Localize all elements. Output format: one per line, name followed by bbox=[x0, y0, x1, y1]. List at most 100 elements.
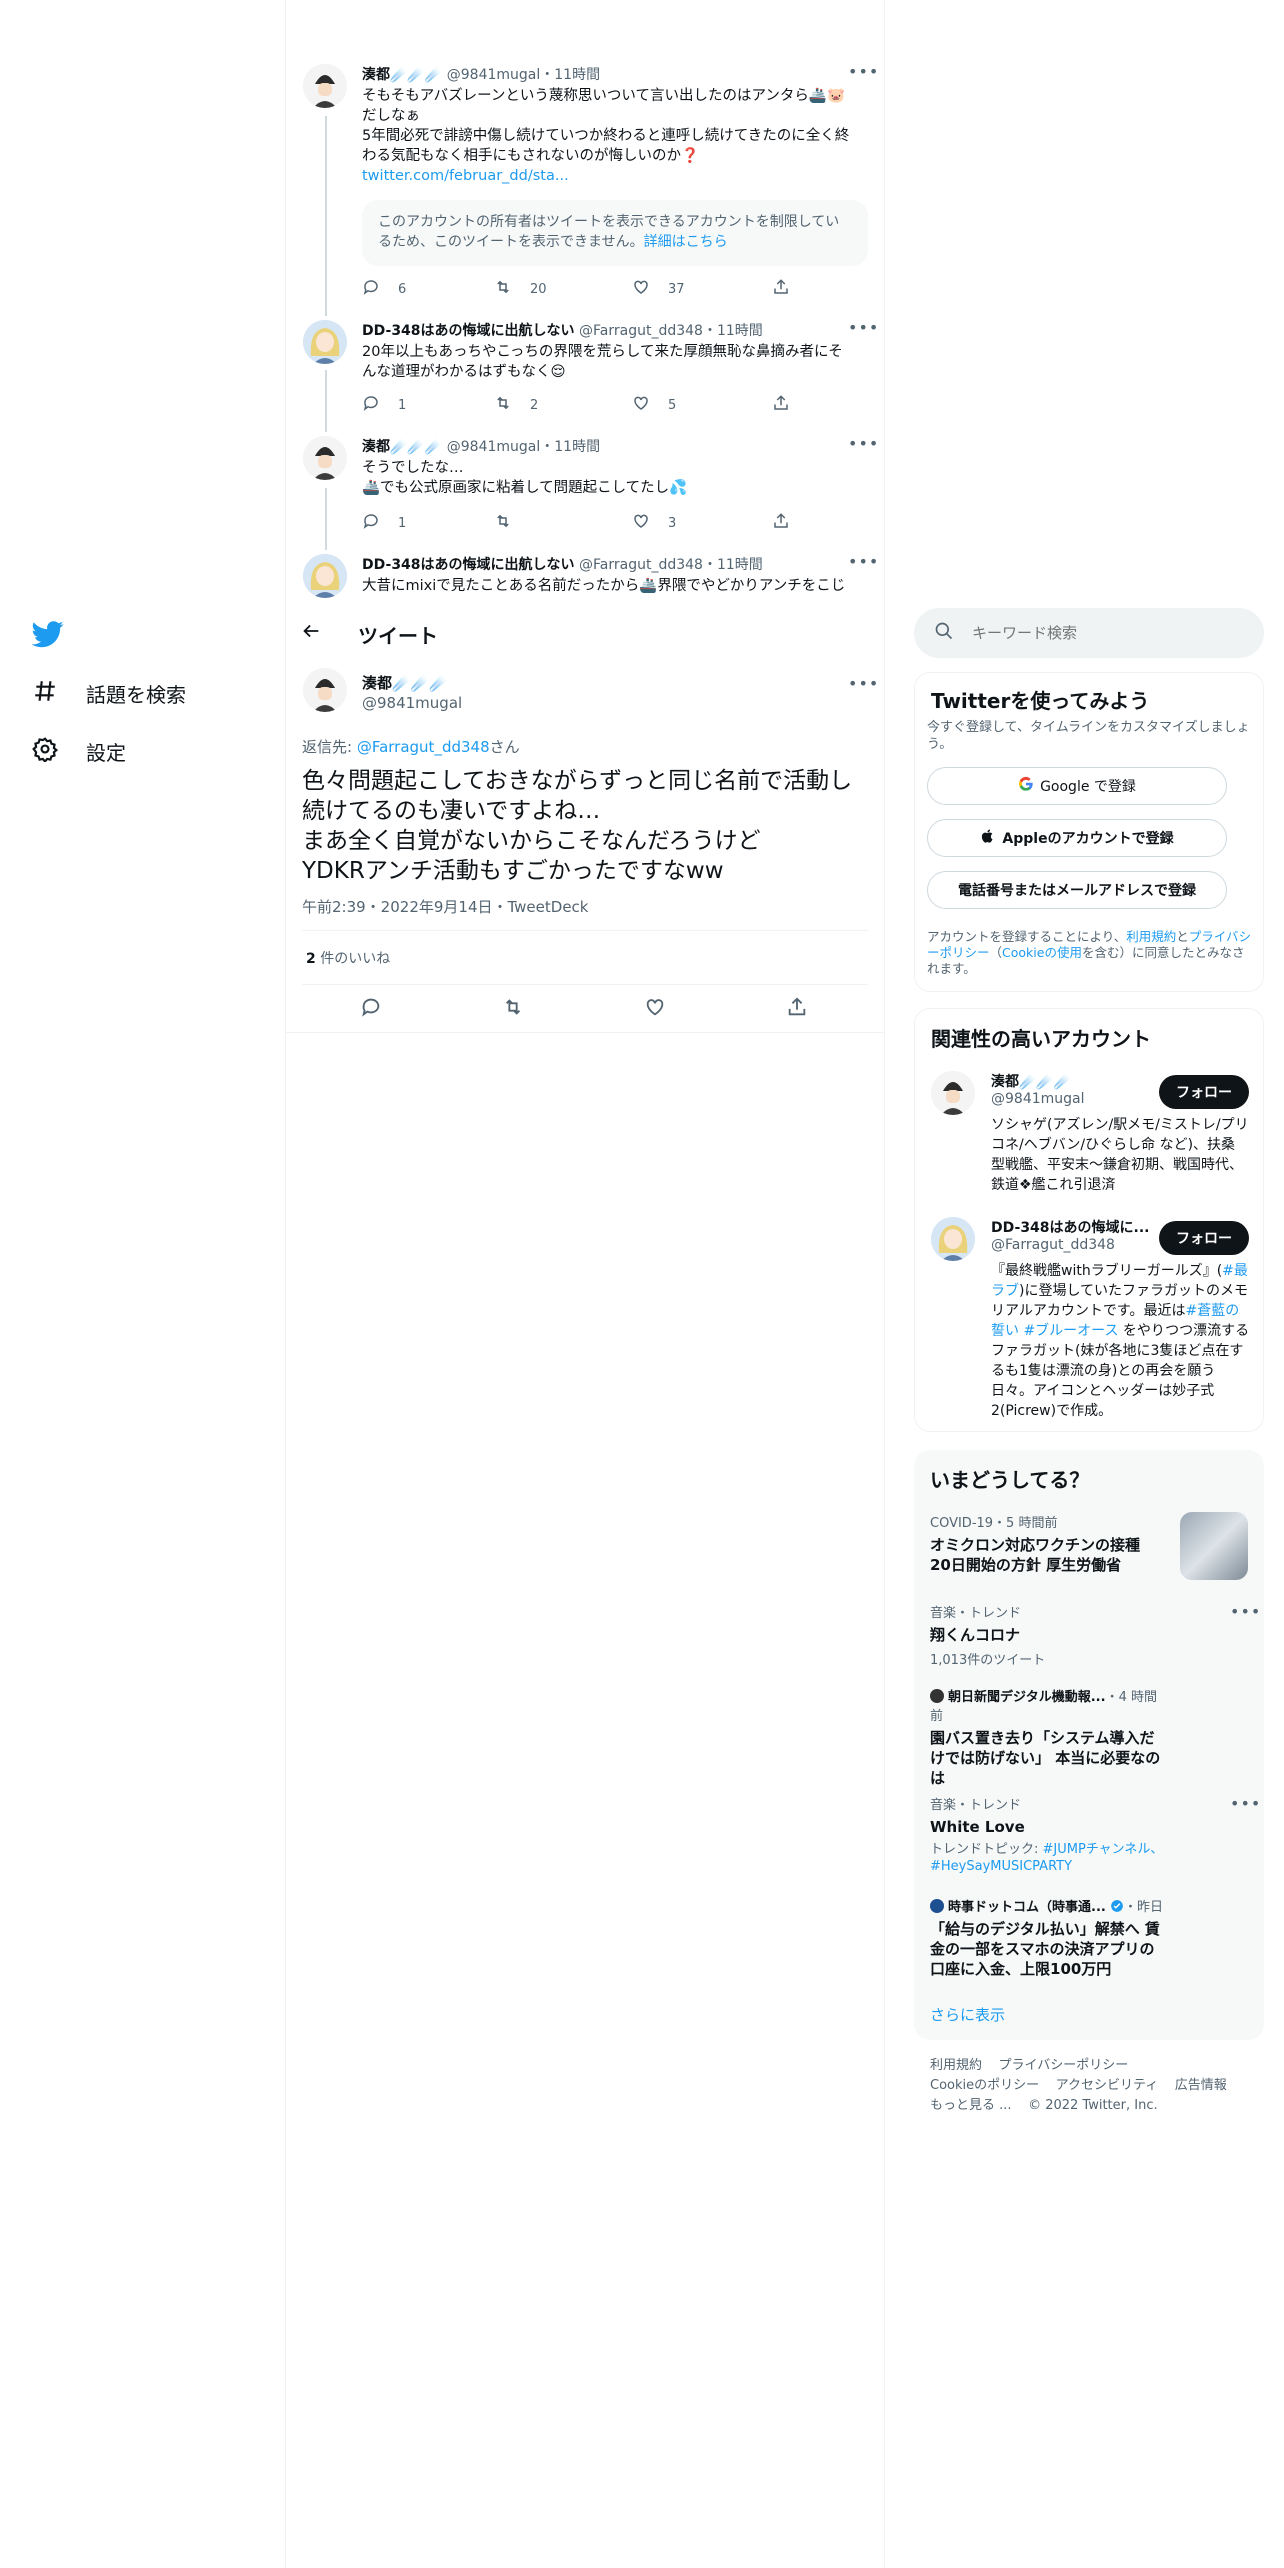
tweet-time[interactable]: 11時間 bbox=[717, 557, 763, 573]
author-handle[interactable]: @Farragut_dd348 bbox=[579, 557, 703, 573]
author-name[interactable]: DD-348はあの悔域に出航しない bbox=[362, 323, 575, 339]
trend-title: 翔くんコロナ bbox=[930, 1626, 1021, 1644]
google-signup-button[interactable]: Google で登録 bbox=[927, 767, 1227, 805]
tweet-time[interactable]: 11時間 bbox=[554, 439, 600, 455]
signup-card: Twitterを使ってみよう 今すぐ登録して、タイムラインをカスタマイズしましょ… bbox=[914, 672, 1264, 992]
nav-explore[interactable]: 話題を検索 bbox=[32, 678, 186, 709]
reply-button[interactable]: 6 bbox=[362, 278, 494, 300]
author-name[interactable]: 湊都☄️☄️☄️ bbox=[362, 67, 442, 83]
reply-icon[interactable] bbox=[360, 996, 382, 1022]
footer-link[interactable]: プライバシーポリシー bbox=[999, 2058, 1129, 2073]
tweet-link[interactable]: twitter.com/februar_dd/sta... bbox=[362, 166, 872, 186]
footer-link[interactable]: Cookieのポリシー bbox=[930, 2078, 1039, 2093]
follow-button[interactable]: フォロー bbox=[1159, 1221, 1249, 1255]
author-name[interactable]: 湊都☄️☄️☄️ bbox=[362, 439, 442, 455]
footer-link[interactable]: アクセシビリティ bbox=[1056, 2078, 1159, 2093]
main-author-name[interactable]: 湊都☄️☄️☄️ bbox=[362, 672, 448, 693]
footer-link[interactable]: 広告情報 bbox=[1175, 2078, 1227, 2093]
author-handle[interactable]: @9841mugal bbox=[447, 439, 541, 455]
tweet-header: DD-348はあの悔域に出航しない @Farragut_dd348・11時間 bbox=[362, 320, 763, 340]
retweet-button[interactable] bbox=[494, 512, 632, 534]
author-handle[interactable]: @9841mugal bbox=[447, 67, 541, 83]
reply-icon bbox=[362, 394, 380, 416]
share-icon[interactable] bbox=[786, 996, 808, 1022]
related-account-handle[interactable]: @Farragut_dd348 bbox=[991, 1237, 1115, 1253]
retweet-icon[interactable] bbox=[502, 996, 524, 1022]
search-icon bbox=[934, 621, 954, 645]
more-options-icon[interactable]: ••• bbox=[1230, 1794, 1261, 1813]
more-options-icon[interactable]: ••• bbox=[848, 674, 879, 693]
like-button[interactable]: 3 bbox=[632, 512, 772, 534]
trend-item[interactable]: 音楽・トレンド White Love トレンドトピック: #JUMPチャンネル、… bbox=[930, 1794, 1170, 1875]
search-input[interactable] bbox=[972, 624, 1232, 642]
reply-to-link[interactable]: @Farragut_dd348 bbox=[357, 738, 490, 756]
tweet-time[interactable]: 11時間 bbox=[717, 323, 763, 339]
hashtag-link[interactable]: #ブルーオース bbox=[1023, 1323, 1118, 1339]
nav-explore-label: 話題を検索 bbox=[86, 683, 186, 707]
like-button[interactable]: 5 bbox=[632, 394, 772, 416]
cookie-link[interactable]: Cookieの使用 bbox=[1002, 945, 1082, 960]
avatar-farragut[interactable] bbox=[303, 320, 347, 364]
topic-label: トレンドトピック: bbox=[930, 1842, 1043, 1857]
reply-button[interactable]: 1 bbox=[362, 394, 494, 416]
share-button[interactable] bbox=[772, 394, 790, 416]
share-button[interactable] bbox=[772, 512, 790, 534]
trend-item[interactable]: 音楽・トレンド 翔くんコロナ 1,013件のツイート bbox=[930, 1602, 1230, 1668]
reply-button[interactable]: 1 bbox=[362, 512, 494, 534]
avatar-minato[interactable] bbox=[303, 668, 347, 712]
search-box[interactable] bbox=[914, 608, 1264, 658]
author-name[interactable]: DD-348はあの悔域に出航しない bbox=[362, 557, 575, 573]
related-account-handle[interactable]: @9841mugal bbox=[991, 1091, 1085, 1107]
related-account-name[interactable]: 湊都☄️☄️☄️ bbox=[991, 1071, 1071, 1091]
phone-email-signup-button[interactable]: 電話番号またはメールアドレスで登録 bbox=[927, 871, 1227, 909]
trends-title: いまどうしてる？ bbox=[930, 1468, 1090, 1492]
like-button[interactable]: 37 bbox=[632, 278, 772, 300]
related-account-name[interactable]: DD-348はあの悔域に... bbox=[991, 1217, 1150, 1237]
trend-item[interactable]: 時事ドットコム（時事通... ・昨日 「給与のデジタル払い」解禁へ 賃金の一部を… bbox=[930, 1896, 1166, 1979]
nav-settings[interactable]: 設定 bbox=[32, 736, 126, 767]
avatar-minato[interactable] bbox=[931, 1071, 975, 1115]
trends-panel: いまどうしてる？ COVID-19・5 時間前 オミクロン対応ワクチンの接種 2… bbox=[914, 1450, 1264, 2040]
terms-link[interactable]: 利用規約 bbox=[1126, 929, 1176, 944]
tweet-line: まあ全く自覚がないからこそなんだろうけど bbox=[302, 828, 761, 854]
main-author-handle[interactable]: @9841mugal bbox=[362, 694, 462, 712]
nav-settings-label: 設定 bbox=[86, 741, 126, 765]
tweet-line: 続けてるのも凄いですよね… bbox=[302, 798, 601, 824]
retweet-button[interactable]: 2 bbox=[494, 394, 632, 416]
twitter-logo-icon[interactable] bbox=[31, 618, 64, 650]
learn-more-link[interactable]: 詳細はこちら bbox=[644, 234, 728, 250]
avatar-farragut[interactable] bbox=[303, 554, 347, 598]
trend-item[interactable]: 朝日新聞デジタル機動報...・4 時間前 園バス置き去り「システム導入だけでは防… bbox=[930, 1686, 1166, 1788]
more-options-icon[interactable]: ••• bbox=[848, 552, 879, 571]
apple-signup-button[interactable]: Appleのアカウントで登録 bbox=[927, 819, 1227, 857]
tweet-line: だしなぁ bbox=[362, 108, 420, 124]
avatar-minato[interactable] bbox=[303, 64, 347, 108]
more-options-icon[interactable]: ••• bbox=[848, 62, 879, 81]
retweet-button[interactable]: 20 bbox=[494, 278, 632, 300]
footer-link[interactable]: もっと見る ... bbox=[930, 2098, 1012, 2113]
tweet-actions: 6 20 37 bbox=[362, 278, 790, 300]
tweet-time-sep: ・ bbox=[540, 67, 555, 83]
tweet-meta[interactable]: 午前2:39・2022年9月14日・TweetDeck bbox=[302, 896, 589, 917]
tweet-line: わる気配もなく相手にもされないのが悔しいのか❓ bbox=[362, 148, 700, 164]
heart-icon[interactable] bbox=[644, 996, 666, 1022]
tweet-header: 湊都☄️☄️☄️ @9841mugal・11時間 bbox=[362, 64, 600, 84]
likes-label: 件のいいね bbox=[315, 951, 391, 967]
restricted-tweet-notice: このアカウントの所有者はツイートを表示できるアカウントを制限しているため、このツ… bbox=[362, 200, 868, 266]
tweet-line: 20年以上もあっちやこっちの界隈を荒らして来た厚顔無恥な鼻摘み者にそ bbox=[362, 344, 843, 360]
more-options-icon[interactable]: ••• bbox=[848, 434, 879, 453]
avatar-minato[interactable] bbox=[303, 436, 347, 480]
trend-item[interactable]: COVID-19・5 時間前 オミクロン対応ワクチンの接種 20日開始の方針 厚… bbox=[930, 1512, 1160, 1575]
likes-summary[interactable]: 2 件のいいね bbox=[306, 948, 390, 968]
show-more-link[interactable]: さらに表示 bbox=[930, 2004, 1005, 2025]
back-arrow-icon[interactable] bbox=[300, 620, 324, 644]
avatar-farragut[interactable] bbox=[931, 1217, 975, 1261]
follow-button[interactable]: フォロー bbox=[1159, 1075, 1249, 1109]
more-options-icon[interactable]: ••• bbox=[848, 318, 879, 337]
trend-source: 朝日新聞デジタル機動報... bbox=[948, 1690, 1106, 1705]
share-button[interactable] bbox=[772, 278, 790, 300]
footer-link[interactable]: 利用規約 bbox=[930, 2058, 982, 2073]
tweet-time[interactable]: 11時間 bbox=[554, 67, 600, 83]
more-options-icon[interactable]: ••• bbox=[1230, 1602, 1261, 1621]
author-handle[interactable]: @Farragut_dd348 bbox=[579, 323, 703, 339]
